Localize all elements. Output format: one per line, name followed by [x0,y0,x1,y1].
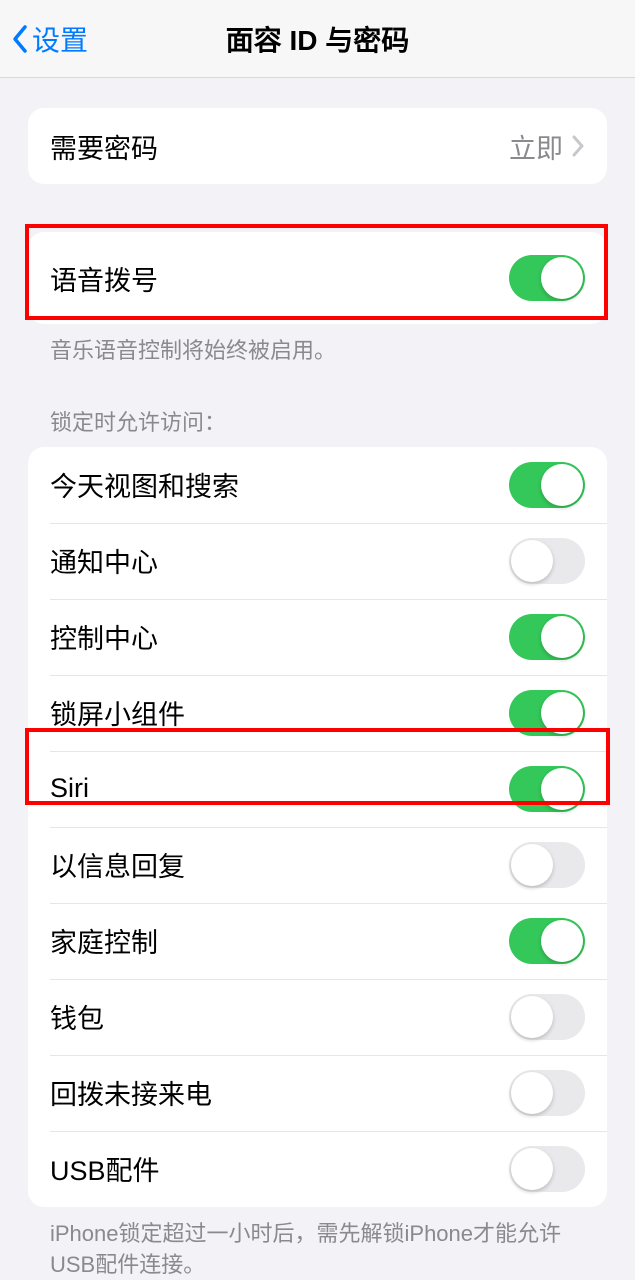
back-label: 设置 [32,19,88,59]
control-center-toggle[interactable] [509,614,585,660]
passcode-group: 需要密码 立即 [28,108,607,184]
usb-accessories-row: USB配件 [28,1131,607,1207]
reply-with-message-toggle[interactable] [509,842,585,888]
today-view-toggle[interactable] [509,462,585,508]
usb-accessories-label: USB配件 [50,1149,160,1188]
wallet-label: 钱包 [50,997,104,1036]
lockscreen-widgets-label: 锁屏小组件 [50,693,185,732]
control-center-label: 控制中心 [50,617,158,656]
home-control-row: 家庭控制 [28,903,607,979]
page-title: 面容 ID 与密码 [226,19,410,59]
reply-with-message-label: 以信息回复 [50,845,185,884]
notification-center-row: 通知中心 [28,523,607,599]
notification-center-toggle[interactable] [509,538,585,584]
today-view-row: 今天视图和搜索 [28,447,607,523]
home-control-label: 家庭控制 [50,921,158,960]
usb-accessories-toggle[interactable] [509,1146,585,1192]
locked-access-group: 今天视图和搜索通知中心控制中心锁屏小组件 Siri 以信息回复家庭控制钱包回拨未接来… [28,447,607,1207]
control-center-row: 控制中心 [28,599,607,675]
require-passcode-value: 立即 [509,127,563,166]
return-missed-calls-label: 回拨未接来电 [50,1073,212,1112]
home-control-toggle[interactable] [509,918,585,964]
return-missed-calls-toggle[interactable] [509,1070,585,1116]
voice-dial-toggle[interactable] [509,255,585,301]
lockscreen-widgets-row: 锁屏小组件 [28,675,607,751]
back-button[interactable]: 设置 [10,19,88,59]
navigation-header: 设置 面容 ID 与密码 [0,0,635,78]
siri-toggle[interactable] [509,766,585,812]
voice-dial-label: 语音拨号 [50,259,158,298]
require-passcode-label: 需要密码 [50,127,158,166]
siri-label: Siri [50,773,89,804]
wallet-row: 钱包 [28,979,607,1055]
voice-dial-row: 语音拨号 [28,232,607,324]
voice-dial-group: 语音拨号 [28,232,607,324]
voice-dial-footer: 音乐语音控制将始终被启用。 [28,324,607,367]
chevron-right-icon [571,135,585,157]
today-view-label: 今天视图和搜索 [50,465,239,504]
reply-with-message-row: 以信息回复 [28,827,607,903]
return-missed-calls-row: 回拨未接来电 [28,1055,607,1131]
wallet-toggle[interactable] [509,994,585,1040]
chevron-left-icon [10,23,30,55]
locked-access-footer: iPhone锁定超过一小时后，需先解锁iPhone才能允许USB配件连接。 [28,1207,607,1280]
siri-row: Siri [28,751,607,827]
lockscreen-widgets-toggle[interactable] [509,690,585,736]
require-passcode-row[interactable]: 需要密码 立即 [28,108,607,184]
notification-center-label: 通知中心 [50,541,158,580]
locked-access-header: 锁定时允许访问： [28,405,607,447]
